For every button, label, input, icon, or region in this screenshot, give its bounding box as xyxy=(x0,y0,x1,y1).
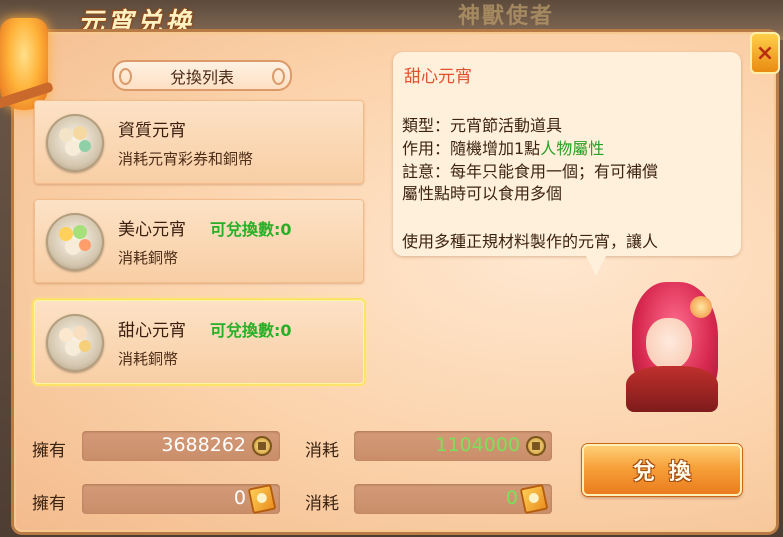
item-count: 可兌換數:0 xyxy=(210,220,292,239)
cost-ticket-value: 0 xyxy=(505,487,518,509)
detail-description: 使用多種正規材料製作的元宵，讓人 xyxy=(402,232,659,251)
list-header: 兌換列表 xyxy=(112,60,292,91)
copper-coin-icon xyxy=(252,436,272,456)
own-ticket-value: 0 xyxy=(233,487,246,509)
item-count: 可兌換數:0 xyxy=(210,321,292,340)
detail-effect-prefix: 作用：隨機增加1點 xyxy=(402,139,541,158)
close-button[interactable]: × xyxy=(750,32,780,74)
sweet-tangyuan-bowl-icon xyxy=(46,314,104,372)
cost-label: 消耗 xyxy=(305,494,339,514)
item-name: 資質元宵 xyxy=(118,121,186,141)
detail-title: 甜心元宵 xyxy=(404,67,472,87)
npc-face xyxy=(646,318,692,370)
detail-note-2: 屬性點時可以食用多個 xyxy=(402,184,563,203)
background-heading: 神獸使者 xyxy=(458,4,555,29)
npc-body xyxy=(626,366,718,412)
cost-copper-field: 1104000 xyxy=(354,431,552,461)
lantern-ticket-icon xyxy=(519,483,549,515)
item-cost: 消耗元宵彩券和銅幣 xyxy=(118,150,254,168)
list-item-selected[interactable]: 甜心元宵 可兌換數:0 消耗銅幣 xyxy=(34,300,364,384)
colorful-tangyuan-bowl-icon xyxy=(46,213,104,271)
detail-effect: 作用：隨機增加1點人物屬性 xyxy=(402,135,604,159)
list-item[interactable]: 美心元宵 可兌換數:0 消耗銅幣 xyxy=(34,199,364,283)
detail-effect-highlight: 人物屬性 xyxy=(540,139,605,158)
lantern-icon xyxy=(0,18,48,110)
detail-note-1: 註意：每年只能食用一個；有可補償 xyxy=(402,162,659,181)
game-scene: 神獸使者 元宵兑换 × 兌換列表 資質元宵 消耗元宵彩券和銅幣 美心元宵 可兌換… xyxy=(0,0,783,537)
exchange-button[interactable]: 兌換 xyxy=(582,444,742,496)
own-label: 擁有 xyxy=(32,494,66,514)
item-detail-panel: 甜心元宵 類型：元宵節活動道具 作用：隨機增加1點人物屬性 註意：每年只能食用一… xyxy=(393,52,741,256)
hair-flower-icon xyxy=(690,296,712,318)
list-header-label: 兌換列表 xyxy=(169,67,234,87)
list-item[interactable]: 資質元宵 消耗元宵彩券和銅幣 xyxy=(34,100,364,184)
detail-type: 類型：元宵節活動道具 xyxy=(402,116,563,135)
own-copper-field: 3688262 xyxy=(82,431,280,461)
cost-ticket-field: 0 xyxy=(354,483,552,515)
copper-coin-icon xyxy=(526,436,546,456)
bubble-tail xyxy=(584,252,608,276)
own-copper-value: 3688262 xyxy=(161,434,246,456)
exchange-button-label: 兌換 xyxy=(632,460,705,485)
own-ticket-field: 0 xyxy=(82,483,280,515)
tangyuan-bowl-icon xyxy=(46,114,104,172)
item-name: 美心元宵 xyxy=(118,220,186,240)
lantern-ticket-icon xyxy=(247,483,277,515)
item-cost: 消耗銅幣 xyxy=(118,350,179,368)
own-label: 擁有 xyxy=(32,441,66,461)
item-cost: 消耗銅幣 xyxy=(118,249,179,267)
cost-copper-value: 1104000 xyxy=(435,434,520,456)
cost-label: 消耗 xyxy=(305,441,339,461)
item-name: 甜心元宵 xyxy=(118,321,186,341)
